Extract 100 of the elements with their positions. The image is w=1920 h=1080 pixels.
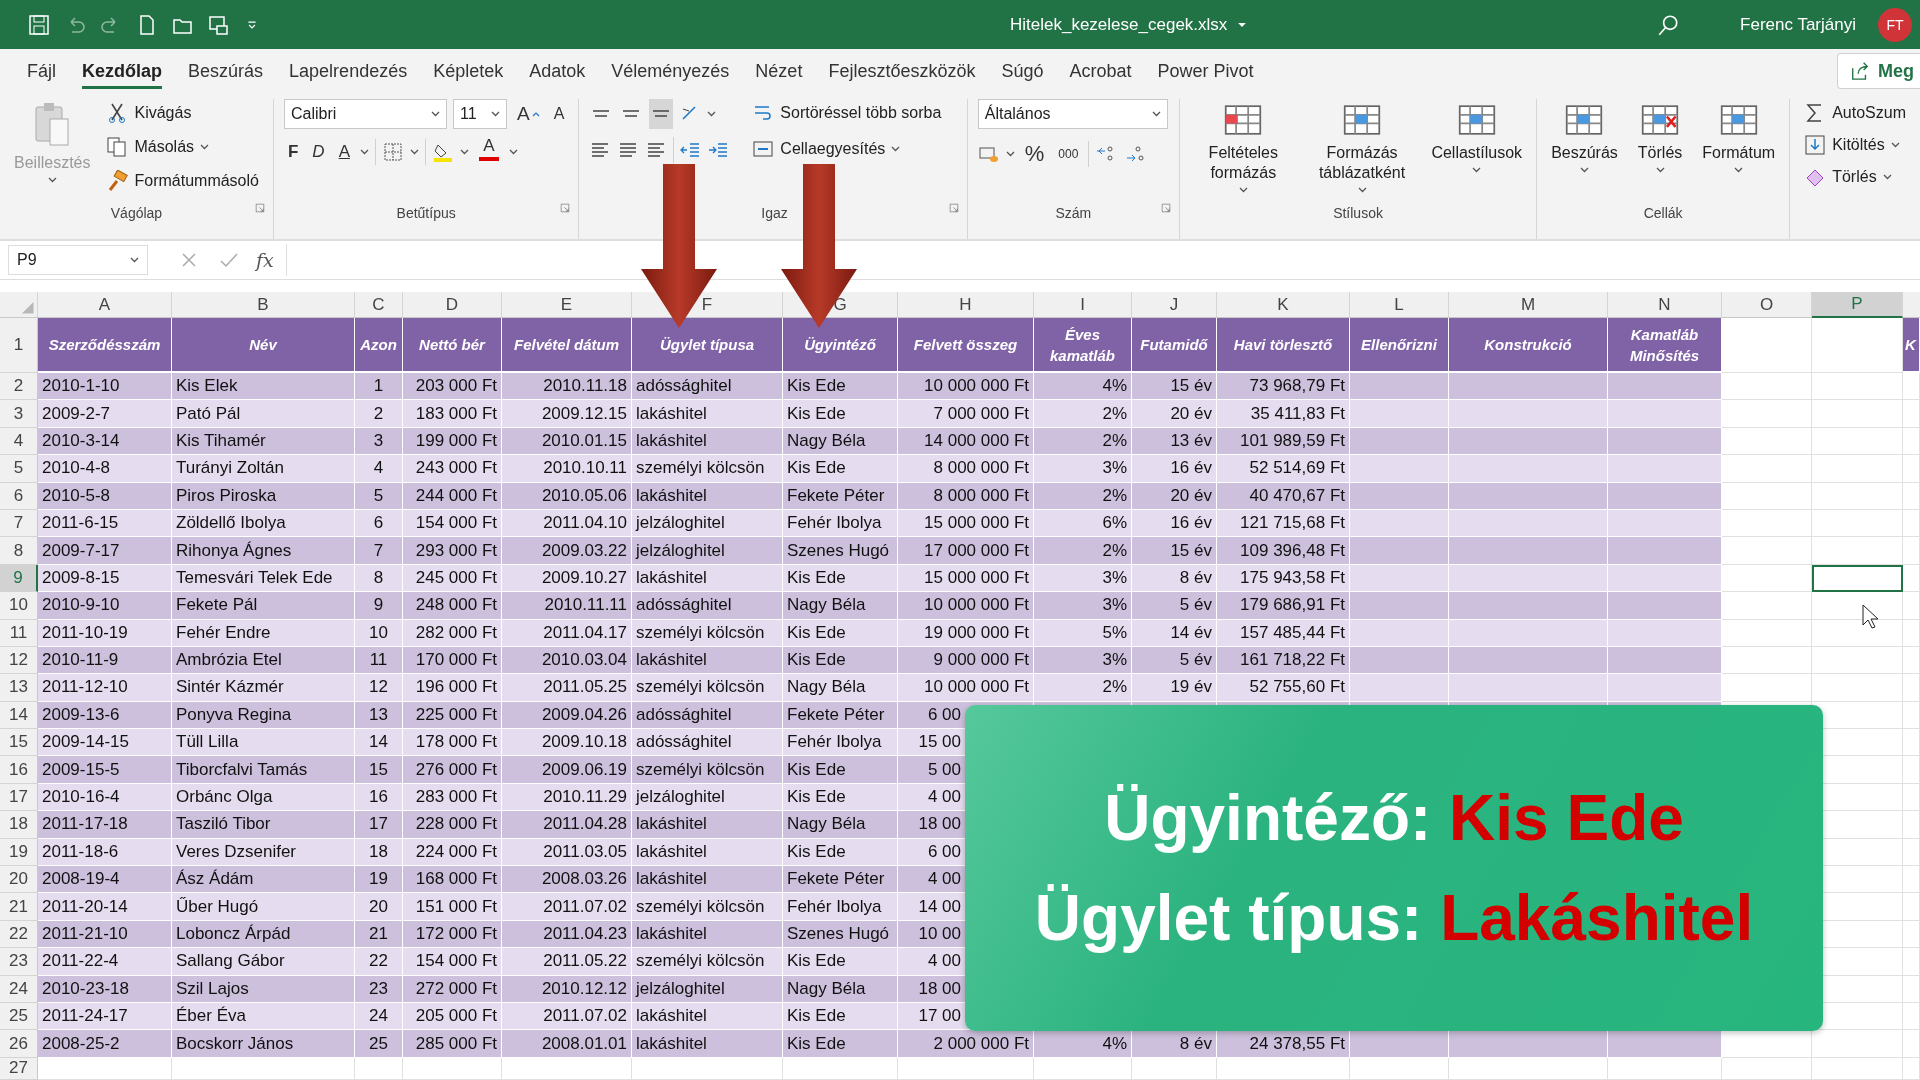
row-header[interactable]: 10 bbox=[0, 592, 38, 620]
table-cell: 16 év bbox=[1132, 455, 1217, 483]
row-header[interactable]: 1 bbox=[0, 318, 38, 373]
row-header[interactable]: 19 bbox=[0, 838, 38, 867]
ribbon-button[interactable]: Törlés bbox=[1800, 163, 1910, 191]
empty-cell bbox=[1903, 893, 1920, 921]
ribbon-tab[interactable]: Nézet bbox=[742, 49, 816, 93]
ribbon-button[interactable]: Másolás bbox=[102, 133, 263, 161]
row-header[interactable]: 6 bbox=[0, 482, 38, 510]
ribbon-tab[interactable]: Súgó bbox=[988, 49, 1057, 93]
thousands-button[interactable]: 000 bbox=[1054, 139, 1083, 169]
ribbon-tab[interactable]: Adatok bbox=[516, 49, 599, 93]
ribbon-tab[interactable]: Kezdőlap bbox=[69, 49, 176, 93]
row-header[interactable]: 25 bbox=[0, 1003, 38, 1031]
font-size-field[interactable]: 11 bbox=[452, 99, 507, 129]
table-cell: Temesvári Telek Ede bbox=[172, 564, 355, 593]
column-header[interactable]: P bbox=[1812, 292, 1903, 318]
grow-font-button[interactable]: A bbox=[512, 99, 544, 129]
table-cell: 8 bbox=[355, 564, 403, 593]
column-header[interactable]: B bbox=[172, 292, 355, 318]
ribbon-tab[interactable]: Lapelrendezés bbox=[276, 49, 421, 93]
number-format-field[interactable]: Általános bbox=[977, 99, 1168, 129]
ribbon-button[interactable]: Kivágás bbox=[102, 99, 263, 127]
ribbon-tab[interactable]: Képletek bbox=[420, 49, 517, 93]
selected-cell[interactable] bbox=[1812, 564, 1903, 593]
row-header[interactable]: 27 bbox=[0, 1057, 38, 1080]
column-header[interactable]: O bbox=[1722, 292, 1812, 318]
ribbon-button[interactable]: Formátum bbox=[1698, 99, 1780, 205]
underline-button[interactable]: A bbox=[334, 137, 354, 167]
row-header[interactable]: 3 bbox=[0, 400, 38, 428]
font-color-button[interactable]: A bbox=[475, 137, 503, 167]
ribbon-button[interactable]: Formátummásoló bbox=[102, 167, 263, 195]
column-header[interactable]: D bbox=[403, 292, 502, 318]
row-header[interactable]: 14 bbox=[0, 701, 38, 730]
name-box[interactable]: P9 bbox=[8, 245, 148, 275]
align-icon bbox=[592, 110, 611, 118]
column-header[interactable]: E bbox=[502, 292, 632, 318]
table-cell: 9 000 000 Ft bbox=[898, 646, 1034, 675]
shrink-font-button[interactable]: A bbox=[549, 99, 569, 129]
table-cell: 17 bbox=[355, 811, 403, 839]
row-header[interactable]: 11 bbox=[0, 619, 38, 647]
chevron-icon bbox=[1151, 111, 1161, 117]
row-header[interactable]: 4 bbox=[0, 427, 38, 456]
row-header[interactable]: 12 bbox=[0, 646, 38, 675]
italic-button[interactable]: D bbox=[308, 137, 329, 167]
ribbon-button[interactable]: Törlés bbox=[1633, 99, 1687, 205]
percent-button[interactable]: % bbox=[1020, 139, 1049, 169]
row-header[interactable]: 17 bbox=[0, 783, 38, 812]
ribbon-button[interactable]: Formázás táblázatként bbox=[1308, 99, 1416, 205]
row-header[interactable]: 13 bbox=[0, 674, 38, 702]
column-header[interactable]: K bbox=[1217, 292, 1350, 318]
wrap-text-button[interactable]: Sortöréssel több sorba bbox=[748, 99, 946, 127]
table-cell: 248 000 Ft bbox=[403, 592, 502, 620]
column-header[interactable]: C bbox=[355, 292, 403, 318]
column-header[interactable]: I bbox=[1034, 292, 1132, 318]
ribbon-tab[interactable]: Fájl bbox=[14, 49, 69, 93]
user-avatar[interactable]: FT bbox=[1878, 7, 1912, 42]
vertical-align-button[interactable] bbox=[649, 99, 674, 129]
row-header[interactable]: 26 bbox=[0, 1030, 38, 1058]
ribbon-tab[interactable]: Power Pivot bbox=[1144, 49, 1267, 93]
share-button[interactable]: Meg bbox=[1837, 53, 1920, 89]
column-header[interactable]: H bbox=[898, 292, 1034, 318]
ribbon-tab[interactable]: Beszúrás bbox=[175, 49, 277, 93]
ribbon-button[interactable]: Feltételes formázás bbox=[1189, 99, 1297, 205]
ribbon-button[interactable]: Beszúrás bbox=[1547, 99, 1622, 205]
row-header[interactable]: 24 bbox=[0, 975, 38, 1003]
ribbon-button[interactable]: AutoSzum bbox=[1800, 99, 1910, 127]
row-header[interactable]: 2 bbox=[0, 373, 38, 401]
table-cell: 151 000 Ft bbox=[403, 893, 502, 921]
row-header[interactable]: 7 bbox=[0, 509, 38, 538]
row-header[interactable]: 23 bbox=[0, 948, 38, 976]
ribbon-tab[interactable]: Fejlesztőeszközök bbox=[815, 49, 989, 93]
ribbon-button[interactable]: Cellastílusok bbox=[1427, 99, 1527, 205]
row-header[interactable]: 16 bbox=[0, 756, 38, 784]
row-header[interactable]: 18 bbox=[0, 811, 38, 839]
column-header[interactable]: A bbox=[38, 292, 172, 318]
table-cell: 18 bbox=[355, 838, 403, 867]
row-header[interactable]: 8 bbox=[0, 537, 38, 565]
font-name-field[interactable]: Calibri bbox=[283, 99, 447, 129]
ribbon-button[interactable]: Kitöltés bbox=[1800, 131, 1910, 159]
column-header[interactable]: L bbox=[1350, 292, 1449, 318]
row-header[interactable]: 21 bbox=[0, 893, 38, 921]
insert-function-button[interactable]: fx bbox=[256, 249, 274, 271]
merge-cells-button[interactable]: Cellaegyesítés bbox=[748, 135, 946, 163]
row-header[interactable]: 5 bbox=[0, 455, 38, 483]
table-cell: 5 bbox=[355, 482, 403, 510]
bold-button[interactable]: F bbox=[283, 137, 303, 167]
column-header[interactable]: J bbox=[1132, 292, 1217, 318]
row-header[interactable]: 22 bbox=[0, 920, 38, 949]
ribbon-tab[interactable]: Acrobat bbox=[1056, 49, 1145, 93]
merge-icon bbox=[752, 138, 775, 160]
row-header[interactable]: 20 bbox=[0, 866, 38, 894]
table-cell: 10 000 000 Ft bbox=[898, 592, 1034, 620]
row-header[interactable]: 15 bbox=[0, 729, 38, 757]
row-header[interactable]: 9 bbox=[0, 564, 38, 593]
column-header[interactable]: M bbox=[1449, 292, 1608, 318]
column-header[interactable]: N bbox=[1608, 292, 1722, 318]
table-cell: 12 bbox=[355, 674, 403, 702]
table-cell: 2011-12-10 bbox=[38, 674, 172, 702]
ribbon-tab[interactable]: Véleményezés bbox=[598, 49, 743, 93]
